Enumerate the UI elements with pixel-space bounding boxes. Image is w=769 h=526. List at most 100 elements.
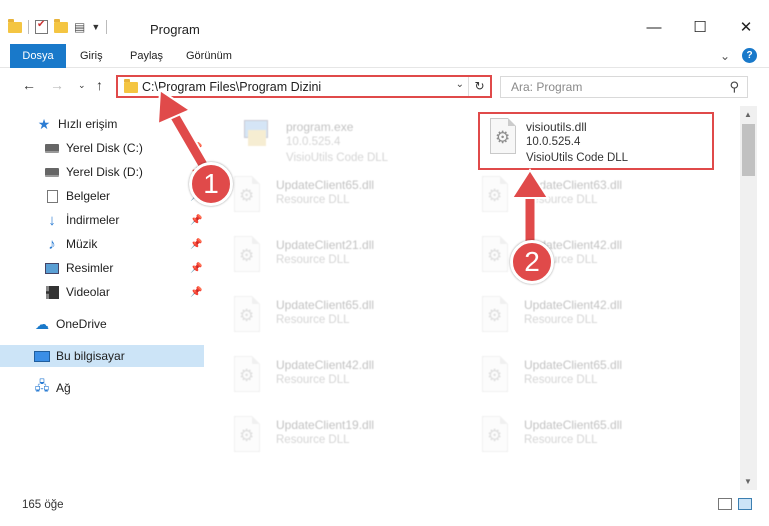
- pin-icon[interactable]: 📌: [190, 263, 202, 274]
- close-button[interactable]: ✕: [723, 12, 769, 42]
- sidebar-item-label: OneDrive: [56, 317, 107, 331]
- file-item[interactable]: ⚙ UpdateClient65.dll Resource DLL: [472, 410, 712, 464]
- tiles-view-icon[interactable]: [738, 498, 752, 510]
- file-name: UpdateClient21.dll: [276, 238, 375, 252]
- sidebar-item-label: Videolar: [66, 285, 110, 299]
- help-icon[interactable]: ?: [742, 48, 757, 63]
- qat-divider: [106, 20, 108, 34]
- sidebar-item-quick-access[interactable]: ★ Hızlı erişim: [0, 113, 204, 135]
- ribbon-tabs: Dosya Giriş Paylaş Görünüm ⌄ ?: [0, 44, 769, 68]
- application-icon: [242, 118, 270, 148]
- pin-icon[interactable]: 📌: [190, 215, 202, 226]
- file-item[interactable]: ⚙ UpdateClient63.dll Resource DLL: [472, 170, 712, 224]
- sidebar-item-label: Bu bilgisayar: [56, 349, 125, 363]
- tab-file[interactable]: Dosya: [10, 44, 66, 68]
- sidebar-item-local-disk-d[interactable]: Yerel Disk (D:) 📌: [0, 161, 204, 183]
- scroll-down-icon[interactable]: ▼: [744, 477, 752, 486]
- dll-file-icon: ⚙: [230, 416, 264, 456]
- qat-divider: [28, 20, 29, 34]
- sidebar-item-local-disk-c[interactable]: Yerel Disk (C:) 📌: [0, 137, 204, 159]
- file-item[interactable]: ⚙ UpdateClient65.dll Resource DLL: [224, 170, 464, 224]
- dll-file-icon: ⚙: [230, 296, 264, 336]
- sidebar-item-label: İndirmeler: [66, 213, 120, 227]
- back-arrow-icon[interactable]: ←: [22, 77, 36, 93]
- file-item[interactable]: ⚙ UpdateClient65.dll Resource DLL: [472, 350, 712, 404]
- file-item[interactable]: ⚙ UpdateClient21.dll Resource DLL: [224, 230, 464, 284]
- highlight-box: [478, 112, 714, 170]
- search-input[interactable]: Ara: Program ⚲: [500, 76, 748, 98]
- file-description: VisioUtils Code DLL: [286, 152, 389, 164]
- pin-icon[interactable]: 📌: [190, 287, 202, 298]
- file-description: Resource DLL: [524, 194, 598, 206]
- tab-home[interactable]: Giriş: [70, 44, 113, 68]
- forward-arrow-icon[interactable]: →: [50, 77, 64, 93]
- dll-file-icon: ⚙: [230, 236, 264, 276]
- scroll-up-icon[interactable]: ▲: [744, 110, 752, 119]
- window-controls: — ☐ ✕: [631, 12, 769, 42]
- file-name: program.exe: [286, 120, 354, 134]
- vertical-scrollbar[interactable]: ▲ ▼: [740, 106, 757, 490]
- folder-icon[interactable]: [8, 18, 22, 33]
- videos-icon: [44, 285, 60, 299]
- dll-file-icon: ⚙: [478, 236, 512, 276]
- file-item[interactable]: ⚙ UpdateClient65.dll Resource DLL: [224, 290, 464, 344]
- sidebar-item-documents[interactable]: Belgeler 📌: [0, 185, 204, 207]
- documents-icon: [44, 189, 60, 203]
- navigation-bar: ← → ⌄ ↑ C:\Program Files\Program Dizini …: [0, 68, 769, 104]
- dll-file-icon: ⚙: [478, 416, 512, 456]
- cloud-icon: ☁: [35, 315, 49, 332]
- star-icon: ★: [37, 115, 51, 132]
- search-icon[interactable]: ⚲: [729, 79, 739, 95]
- navigation-pane: ★ Hızlı erişim Yerel Disk (C:) 📌 Yerel D…: [0, 106, 204, 486]
- file-item-program-exe[interactable]: program.exe 10.0.525.4 VisioUtils Code D…: [234, 112, 474, 166]
- file-name: UpdateClient65.dll: [524, 418, 623, 432]
- tab-share[interactable]: Paylaş: [120, 44, 173, 68]
- file-item[interactable]: ⚙ UpdateClient42.dll Resource DLL: [224, 350, 464, 404]
- step-badge-1: 1: [189, 162, 233, 206]
- sidebar-item-videos[interactable]: Videolar 📌: [0, 281, 204, 303]
- tab-view[interactable]: Görünüm: [176, 44, 242, 68]
- quick-access-toolbar: ▤ ▼: [8, 18, 108, 34]
- expand-ribbon-icon[interactable]: ⌄: [720, 49, 730, 63]
- file-item[interactable]: ⚙ UpdateClient19.dll Resource DLL: [224, 410, 464, 464]
- chevron-down-icon[interactable]: ⌄: [456, 79, 464, 90]
- minimize-button[interactable]: —: [631, 12, 677, 42]
- drive-icon: [44, 141, 60, 155]
- maximize-button[interactable]: ☐: [677, 12, 723, 42]
- sidebar-item-pictures[interactable]: Resimler 📌: [0, 257, 204, 279]
- pin-icon[interactable]: 📌: [190, 239, 202, 250]
- refresh-icon[interactable]: ↻: [468, 77, 490, 96]
- file-item[interactable]: ⚙ UpdateClient42.dll Resource DLL: [472, 290, 712, 344]
- file-description: Resource DLL: [524, 374, 598, 386]
- dll-file-icon: ⚙: [478, 176, 512, 216]
- address-bar[interactable]: C:\Program Files\Program Dizini ⌄ ↻: [116, 75, 492, 98]
- details-view-icon[interactable]: [718, 498, 732, 510]
- customize-icon[interactable]: ▤: [74, 20, 85, 34]
- chevron-down-icon[interactable]: ▼: [91, 22, 100, 32]
- sidebar-item-label: Belgeler: [66, 189, 111, 203]
- file-name: UpdateClient19.dll: [276, 418, 375, 432]
- sidebar-item-network[interactable]: 🖧 Ağ: [0, 377, 204, 399]
- item-count: 165 öğe: [22, 499, 64, 511]
- sidebar-item-this-pc[interactable]: Bu bilgisayar: [0, 345, 204, 367]
- address-path[interactable]: C:\Program Files\Program Dizini: [142, 80, 321, 94]
- sidebar-item-label: Hızlı erişim: [58, 117, 118, 131]
- sidebar-item-music[interactable]: ♪ Müzik 📌: [0, 233, 204, 255]
- pictures-icon: [44, 261, 60, 275]
- sidebar-item-label: Resimler: [66, 261, 114, 275]
- properties-icon[interactable]: [35, 19, 48, 34]
- up-arrow-icon[interactable]: ↑: [96, 77, 103, 93]
- scroll-thumb[interactable]: [742, 124, 755, 176]
- file-name: UpdateClient42.dll: [524, 298, 623, 312]
- file-item[interactable]: ⚙ UpdateClient42.dll Resource DLL: [472, 230, 712, 284]
- sidebar-item-onedrive[interactable]: ☁ OneDrive: [0, 313, 204, 335]
- file-description: Resource DLL: [276, 194, 350, 206]
- file-list: program.exe 10.0.525.4 VisioUtils Code D…: [204, 106, 738, 486]
- file-description: Resource DLL: [276, 374, 350, 386]
- sidebar-item-downloads[interactable]: ↓ İndirmeler 📌: [0, 209, 204, 231]
- sidebar-item-label: Ağ: [56, 381, 71, 395]
- recent-locations-icon[interactable]: ⌄: [78, 80, 86, 91]
- new-folder-icon[interactable]: [54, 18, 68, 33]
- title-bar: ▤ ▼ Program — ☐ ✕: [0, 0, 769, 44]
- pin-icon[interactable]: 📌: [190, 143, 202, 154]
